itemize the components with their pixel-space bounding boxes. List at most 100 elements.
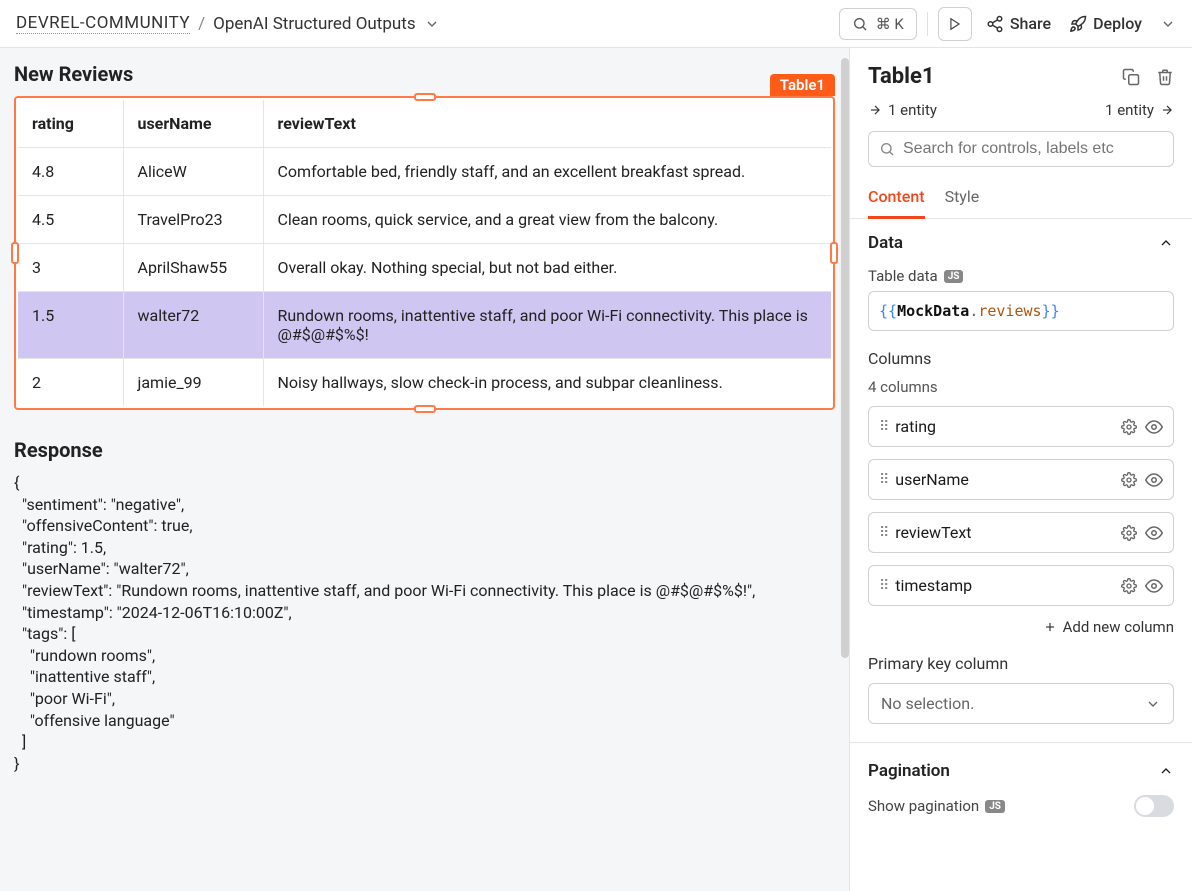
grip-icon[interactable]: ⠿ [879, 419, 887, 435]
col-header-username[interactable]: userName [123, 100, 263, 148]
col-header-reviewtext[interactable]: reviewText [263, 100, 831, 148]
breadcrumb-app[interactable]: OpenAI Structured Outputs [213, 14, 416, 34]
resize-handle-bottom[interactable] [414, 405, 436, 413]
gear-icon[interactable] [1121, 578, 1137, 594]
col-header-rating[interactable]: rating [18, 100, 123, 148]
inspector-panel: Table1 1 entity 1 entity C [849, 48, 1192, 891]
eye-icon[interactable] [1145, 524, 1163, 542]
rocket-icon [1069, 15, 1087, 33]
resize-handle-right[interactable] [830, 242, 838, 264]
gear-icon[interactable] [1121, 472, 1137, 488]
copy-icon[interactable] [1122, 68, 1140, 86]
table-row[interactable]: 4.8AliceWComfortable bed, friendly staff… [18, 148, 831, 196]
tab-style[interactable]: Style [945, 179, 980, 218]
cell-rating[interactable]: 4.8 [18, 148, 123, 196]
topbar-actions: ⌘ K Share Deploy [839, 7, 1176, 41]
deploy-chevron-icon[interactable] [1160, 16, 1176, 32]
cell-rating[interactable]: 4.5 [18, 196, 123, 244]
cell-reviewText[interactable]: Comfortable bed, friendly staff, and an … [263, 148, 831, 196]
cell-reviewText[interactable]: Clean rooms, quick service, and a great … [263, 196, 831, 244]
column-name: rating [895, 417, 1113, 436]
trash-icon[interactable] [1156, 68, 1174, 86]
outgoing-entity[interactable]: 1 entity [1105, 101, 1174, 119]
inspector-search[interactable] [868, 131, 1174, 167]
grip-icon[interactable]: ⠿ [879, 525, 887, 541]
run-button[interactable] [938, 7, 972, 41]
resize-handle-left[interactable] [11, 242, 19, 264]
cell-rating[interactable]: 1.5 [18, 292, 123, 359]
column-name: timestamp [895, 576, 1113, 595]
share-button[interactable]: Share [982, 8, 1055, 39]
primary-key-value: No selection. [881, 694, 974, 713]
entity-row: 1 entity 1 entity [850, 95, 1192, 131]
breadcrumb-sep: / [198, 14, 205, 34]
table-row[interactable]: 1.5walter72Rundown rooms, inattentive st… [18, 292, 831, 359]
cell-reviewText[interactable]: Overall okay. Nothing special, but not b… [263, 244, 831, 292]
grip-icon[interactable]: ⠿ [879, 578, 887, 594]
table-row[interactable]: 3AprilShaw55Overall okay. Nothing specia… [18, 244, 831, 292]
deploy-button[interactable]: Deploy [1065, 8, 1146, 39]
cell-reviewText[interactable]: Rundown rooms, inattentive staff, and po… [263, 292, 831, 359]
search-icon [852, 16, 868, 32]
column-item[interactable]: ⠿ timestamp [868, 565, 1174, 606]
gear-icon[interactable] [1121, 525, 1137, 541]
gear-icon[interactable] [1121, 419, 1137, 435]
column-item[interactable]: ⠿ userName [868, 459, 1174, 500]
table-header-row: rating userName reviewText [18, 100, 831, 148]
topbar: DEVREL-COMMUNITY / OpenAI Structured Out… [0, 0, 1192, 48]
share-icon [986, 15, 1004, 33]
inspector-search-input[interactable] [903, 140, 1163, 158]
cell-userName[interactable]: walter72 [123, 292, 263, 359]
reviews-table: rating userName reviewText 4.8AliceWComf… [18, 100, 831, 406]
widget-badge[interactable]: Table1 [770, 74, 835, 96]
canvas[interactable]: New Reviews Table1 rating userName revie… [0, 48, 849, 891]
column-name: reviewText [895, 523, 1113, 542]
cell-reviewText[interactable]: Noisy hallways, slow check-in process, a… [263, 359, 831, 407]
table-data-input[interactable]: {{MockData.reviews}} [868, 291, 1174, 331]
scrollbar[interactable] [841, 58, 849, 658]
primary-key-label: Primary key column [868, 654, 1174, 673]
table1-widget[interactable]: Table1 rating userName reviewText 4.8Ali… [14, 96, 835, 410]
cell-userName[interactable]: jamie_99 [123, 359, 263, 407]
columns-label: Columns [868, 349, 1174, 368]
table-row[interactable]: 4.5TravelPro23Clean rooms, quick service… [18, 196, 831, 244]
pagination-heading-label: Pagination [868, 761, 950, 781]
cell-rating[interactable]: 2 [18, 359, 123, 407]
outgoing-entity-label: 1 entity [1105, 101, 1154, 119]
add-column-label: Add new column [1063, 618, 1174, 636]
main: New Reviews Table1 rating userName revie… [0, 48, 1192, 891]
inspector-title: Table1 [868, 64, 1106, 89]
grip-icon[interactable]: ⠿ [879, 472, 887, 488]
column-item[interactable]: ⠿ reviewText [868, 512, 1174, 553]
js-badge: JS [985, 800, 1005, 813]
chevron-down-icon[interactable] [424, 16, 440, 32]
add-column-button[interactable]: Add new column [868, 618, 1174, 636]
show-pagination-row: Show pagination JS [868, 795, 1174, 817]
data-heading[interactable]: Data [868, 233, 1174, 253]
cell-rating[interactable]: 3 [18, 244, 123, 292]
eye-icon[interactable] [1145, 418, 1163, 436]
incoming-entity[interactable]: 1 entity [868, 101, 937, 119]
js-badge: JS [944, 270, 964, 283]
eye-icon[interactable] [1145, 577, 1163, 595]
inspector-header: Table1 [850, 48, 1192, 95]
cell-userName[interactable]: AprilShaw55 [123, 244, 263, 292]
omnibox-button[interactable]: ⌘ K [839, 8, 917, 40]
primary-key-select[interactable]: No selection. [868, 683, 1174, 724]
show-pagination-label: Show pagination [868, 797, 979, 815]
divider [850, 742, 1192, 743]
show-pagination-toggle[interactable] [1134, 795, 1174, 817]
response-body: { "sentiment": "negative", "offensiveCon… [14, 472, 835, 774]
column-name: userName [895, 470, 1113, 489]
resize-handle-top[interactable] [414, 93, 436, 101]
table-row[interactable]: 2jamie_99Noisy hallways, slow check-in p… [18, 359, 831, 407]
pagination-heading[interactable]: Pagination [868, 761, 1174, 781]
cell-userName[interactable]: AliceW [123, 148, 263, 196]
tab-content[interactable]: Content [868, 179, 925, 219]
binding-close: }} [1042, 302, 1060, 320]
column-item[interactable]: ⠿ rating [868, 406, 1174, 447]
breadcrumb-org[interactable]: DEVREL-COMMUNITY [16, 13, 190, 34]
eye-icon[interactable] [1145, 471, 1163, 489]
chevron-up-icon [1158, 235, 1174, 251]
cell-userName[interactable]: TravelPro23 [123, 196, 263, 244]
